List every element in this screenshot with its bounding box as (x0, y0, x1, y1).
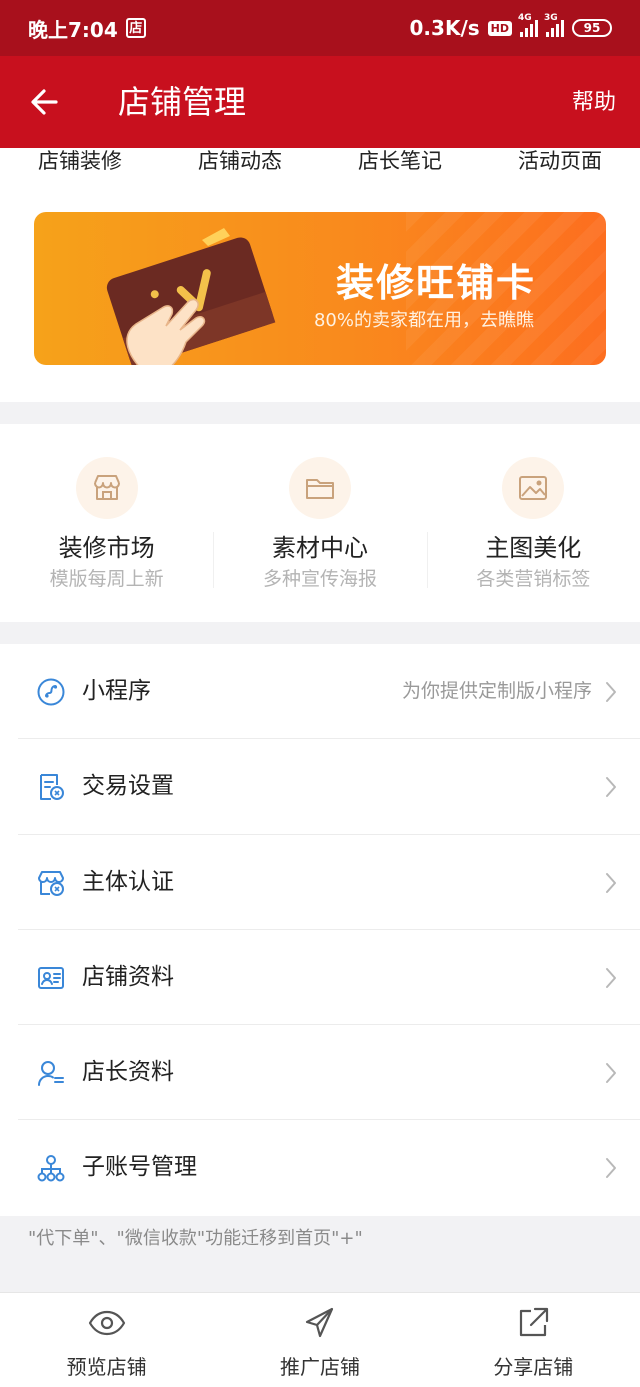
quick-entry-main-image[interactable]: 主图美化 各类营销标签 (426, 424, 640, 622)
battery-icon: 95 (572, 19, 612, 37)
quick-entry-title: 装修市场 (58, 534, 155, 562)
trade-settings-icon (40, 774, 64, 801)
folder-icon (288, 457, 351, 519)
quick-entry-title: 素材中心 (271, 534, 368, 562)
menu-item-label: 交易设置 (82, 773, 174, 800)
signal-4g-icon: 4G (518, 13, 538, 37)
storefront-icon (75, 457, 138, 519)
menu-item-shop-profile[interactable]: 店铺资料 (18, 930, 640, 1026)
quick-entry-title: 主图美化 (485, 534, 582, 562)
network-speed: 0.3K/s (409, 16, 480, 40)
menu-item-label: 店长资料 (82, 1059, 174, 1086)
preview-shop-button[interactable]: 预览店铺 (0, 1293, 213, 1387)
status-bar: 晚上7:04 店 0.3K/s HD 4G 3G 95 (0, 0, 640, 56)
hd-icon: HD (487, 20, 512, 36)
menu-item-label: 店铺资料 (82, 963, 174, 990)
signal-4g-label: 4G (518, 13, 532, 23)
sub-account-icon (37, 1155, 65, 1182)
help-button[interactable]: 帮助 (572, 88, 616, 118)
promo-banner[interactable]: 装修旺铺卡 80%的卖家都在用，去瞧瞧 (34, 212, 606, 365)
banner-subtitle: 80%的卖家都在用，去瞧瞧 (313, 310, 534, 331)
share-icon (520, 1307, 549, 1337)
tab-owner-notes[interactable]: 店长笔记 (320, 148, 480, 184)
menu-item-label: 子账号管理 (82, 1154, 197, 1181)
menu-item-owner-profile[interactable]: 店长资料 (18, 1025, 640, 1121)
tab-shop-decoration[interactable]: 店铺装修 (0, 148, 160, 184)
menu-item-hint: 为你提供定制版小程序 (401, 680, 592, 702)
promote-shop-button[interactable]: 推广店铺 (213, 1293, 426, 1387)
quick-entry-subtitle: 模版每周上新 (49, 568, 164, 590)
tab-label: 分享店铺 (493, 1355, 574, 1379)
nav-bar: 店铺管理 帮助 (0, 56, 640, 148)
tab-activity-pages[interactable]: 活动页面 (480, 148, 640, 184)
chevron-right-icon (606, 682, 616, 702)
signal-3g-icon: 3G (544, 13, 564, 37)
menu-item-sub-account[interactable]: 子账号管理 (18, 1120, 640, 1215)
top-tabs: 店铺装修 店铺动态 店长笔记 活动页面 (0, 148, 640, 184)
eye-icon (88, 1310, 125, 1336)
menu-item-label: 主体认证 (82, 868, 174, 895)
quick-entries: 装修市场 模版每周上新 素材中心 多种宣传海报 主图美化 各类营销标签 (0, 424, 640, 622)
banner-title: 装修旺铺卡 (335, 261, 536, 305)
chevron-right-icon (606, 1063, 616, 1084)
mini-program-icon (37, 678, 65, 706)
quick-entry-material-center[interactable]: 素材中心 多种宣传海报 (213, 424, 426, 622)
signal-3g-label: 3G (544, 13, 558, 23)
tab-label: 预览店铺 (66, 1355, 147, 1379)
card-hand-illustration (106, 228, 276, 365)
settings-list: 小程序 为你提供定制版小程序 交易设置 主体认证 店铺资料 店长资料 子账号管理 (0, 644, 640, 1216)
menu-item-trade-settings[interactable]: 交易设置 (18, 739, 640, 835)
status-time: 晚上7:04 (28, 17, 118, 42)
send-icon (305, 1307, 334, 1338)
share-shop-button[interactable]: 分享店铺 (427, 1293, 640, 1387)
chevron-right-icon (606, 872, 616, 893)
shop-profile-icon (38, 966, 64, 989)
decoration-card: 店铺装修 店铺动态 店长笔记 活动页面 装修旺铺卡 80%的卖家都在用，去瞧瞧 (0, 148, 640, 402)
quick-entry-subtitle: 多种宣传海报 (262, 568, 377, 590)
tab-label: 推广店铺 (279, 1355, 360, 1379)
shop-notification-icon: 店 (125, 18, 146, 38)
owner-profile-icon (38, 1061, 64, 1087)
shop-verify-icon (38, 870, 64, 896)
tab-shop-updates[interactable]: 店铺动态 (160, 148, 320, 184)
image-icon (502, 457, 565, 519)
menu-item-mini-program[interactable]: 小程序 为你提供定制版小程序 (18, 644, 640, 740)
menu-item-label: 小程序 (82, 678, 151, 704)
page-title: 店铺管理 (118, 83, 247, 121)
quick-entry-decoration-market[interactable]: 装修市场 模版每周上新 (0, 424, 213, 622)
chevron-right-icon (606, 967, 616, 988)
quick-entry-subtitle: 各类营销标签 (476, 568, 591, 590)
back-arrow-icon[interactable] (26, 82, 66, 122)
chevron-right-icon (606, 777, 616, 798)
menu-item-entity-verification[interactable]: 主体认证 (18, 835, 640, 930)
feature-migration-notice: "代下单"、"微信收款"功能迁移到首页"+" (28, 1228, 363, 1249)
chevron-right-icon (606, 1158, 616, 1179)
bottom-tab-bar: 预览店铺 推广店铺 分享店铺 (0, 1292, 640, 1387)
